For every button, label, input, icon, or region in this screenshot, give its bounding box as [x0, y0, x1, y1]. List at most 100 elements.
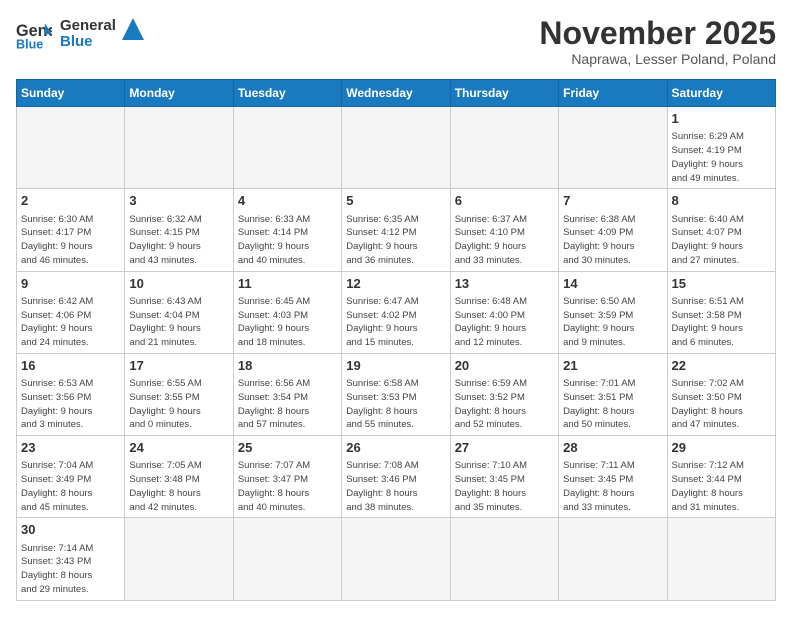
day-info: Sunrise: 7:02 AM Sunset: 3:50 PM Dayligh…: [672, 377, 771, 432]
calendar-cell: 20 Sunrise: 6:59 AM Sunset: 3:52 PM Dayli…: [450, 353, 558, 435]
week-row-1: 1Sunrise: 6:29 AM Sunset: 4:19 PM Daylig…: [17, 107, 776, 189]
day-number: 5: [346, 192, 445, 210]
calendar-cell: [125, 107, 233, 189]
day-number: 8: [672, 192, 771, 210]
day-info: Sunrise: 7:08 AM Sunset: 3:46 PM Dayligh…: [346, 459, 445, 514]
day-number: 27: [455, 439, 554, 457]
calendar-cell: 6Sunrise: 6:37 AM Sunset: 4:10 PM Daylig…: [450, 189, 558, 271]
logo-general: General: [60, 18, 116, 35]
calendar-cell: 30Sunrise: 7:14 AM Sunset: 3:43 PM Dayli…: [17, 518, 125, 600]
day-number: 30: [21, 521, 120, 539]
day-info: Sunrise: 6:55 AM Sunset: 3:55 PM Dayligh…: [129, 377, 228, 432]
logo-triangle-icon: [122, 18, 144, 40]
calendar-cell: 18 Sunrise: 6:56 AM Sunset: 3:54 PM Dayli…: [233, 353, 341, 435]
calendar-cell: 21 Sunrise: 7:01 AM Sunset: 3:51 PM Dayli…: [559, 353, 667, 435]
day-number: 12: [346, 275, 445, 293]
week-row-3: 9 Sunrise: 6:42 AM Sunset: 4:06 PM Daylig…: [17, 271, 776, 353]
day-number: 3: [129, 192, 228, 210]
day-number: 29: [672, 439, 771, 457]
day-info: Sunrise: 6:45 AM Sunset: 4:03 PM Dayligh…: [238, 295, 337, 350]
day-number: 10: [129, 275, 228, 293]
calendar-cell: [17, 107, 125, 189]
week-row-4: 16Sunrise: 6:53 AM Sunset: 3:56 PM Dayli…: [17, 353, 776, 435]
week-row-5: 23Sunrise: 7:04 AM Sunset: 3:49 PM Dayli…: [17, 436, 776, 518]
calendar-cell: 26 Sunrise: 7:08 AM Sunset: 3:46 PM Dayli…: [342, 436, 450, 518]
day-info: Sunrise: 7:01 AM Sunset: 3:51 PM Dayligh…: [563, 377, 662, 432]
day-number: 20: [455, 357, 554, 375]
day-number: 28: [563, 439, 662, 457]
week-row-2: 2Sunrise: 6:30 AM Sunset: 4:17 PM Daylig…: [17, 189, 776, 271]
calendar-cell: 14 Sunrise: 6:50 AM Sunset: 3:59 PM Dayli…: [559, 271, 667, 353]
day-number: 17: [129, 357, 228, 375]
day-number: 13: [455, 275, 554, 293]
calendar-cell: [450, 107, 558, 189]
day-info: Sunrise: 6:33 AM Sunset: 4:14 PM Dayligh…: [238, 213, 337, 268]
calendar-cell: 19 Sunrise: 6:58 AM Sunset: 3:53 PM Dayli…: [342, 353, 450, 435]
day-info: Sunrise: 7:05 AM Sunset: 3:48 PM Dayligh…: [129, 459, 228, 514]
weekday-header-thursday: Thursday: [450, 80, 558, 107]
calendar-cell: [559, 518, 667, 600]
day-info: Sunrise: 6:51 AM Sunset: 3:58 PM Dayligh…: [672, 295, 771, 350]
day-number: 18: [238, 357, 337, 375]
day-info: Sunrise: 6:32 AM Sunset: 4:15 PM Dayligh…: [129, 213, 228, 268]
calendar-title: November 2025: [539, 16, 776, 51]
day-number: 2: [21, 192, 120, 210]
weekday-header-friday: Friday: [559, 80, 667, 107]
calendar-cell: 17 Sunrise: 6:55 AM Sunset: 3:55 PM Dayli…: [125, 353, 233, 435]
calendar-cell: 25Sunrise: 7:07 AM Sunset: 3:47 PM Dayli…: [233, 436, 341, 518]
calendar-cell: [450, 518, 558, 600]
day-info: Sunrise: 6:59 AM Sunset: 3:52 PM Dayligh…: [455, 377, 554, 432]
title-area: November 2025 Naprawa, Lesser Poland, Po…: [539, 16, 776, 67]
calendar-cell: [559, 107, 667, 189]
calendar-cell: 1Sunrise: 6:29 AM Sunset: 4:19 PM Daylig…: [667, 107, 775, 189]
weekday-header-row: SundayMondayTuesdayWednesdayThursdayFrid…: [17, 80, 776, 107]
logo-blue: Blue: [60, 34, 116, 51]
calendar-cell: 7Sunrise: 6:38 AM Sunset: 4:09 PM Daylig…: [559, 189, 667, 271]
logo: General Blue General Blue: [16, 16, 144, 52]
day-info: Sunrise: 6:56 AM Sunset: 3:54 PM Dayligh…: [238, 377, 337, 432]
day-info: Sunrise: 6:47 AM Sunset: 4:02 PM Dayligh…: [346, 295, 445, 350]
day-info: Sunrise: 6:35 AM Sunset: 4:12 PM Dayligh…: [346, 213, 445, 268]
day-number: 14: [563, 275, 662, 293]
day-info: Sunrise: 6:50 AM Sunset: 3:59 PM Dayligh…: [563, 295, 662, 350]
calendar-cell: 2Sunrise: 6:30 AM Sunset: 4:17 PM Daylig…: [17, 189, 125, 271]
calendar-cell: [233, 518, 341, 600]
day-number: 21: [563, 357, 662, 375]
calendar-cell: 4 Sunrise: 6:33 AM Sunset: 4:14 PM Daylig…: [233, 189, 341, 271]
day-number: 25: [238, 439, 337, 457]
week-row-6: 30Sunrise: 7:14 AM Sunset: 3:43 PM Dayli…: [17, 518, 776, 600]
day-info: Sunrise: 7:11 AM Sunset: 3:45 PM Dayligh…: [563, 459, 662, 514]
calendar-cell: 24 Sunrise: 7:05 AM Sunset: 3:48 PM Dayli…: [125, 436, 233, 518]
calendar-cell: 12 Sunrise: 6:47 AM Sunset: 4:02 PM Dayli…: [342, 271, 450, 353]
calendar-cell: 9 Sunrise: 6:42 AM Sunset: 4:06 PM Daylig…: [17, 271, 125, 353]
day-info: Sunrise: 6:48 AM Sunset: 4:00 PM Dayligh…: [455, 295, 554, 350]
day-number: 16: [21, 357, 120, 375]
day-number: 24: [129, 439, 228, 457]
day-info: Sunrise: 6:29 AM Sunset: 4:19 PM Dayligh…: [672, 130, 771, 185]
day-info: Sunrise: 6:38 AM Sunset: 4:09 PM Dayligh…: [563, 213, 662, 268]
svg-text:Blue: Blue: [16, 37, 43, 51]
weekday-header-tuesday: Tuesday: [233, 80, 341, 107]
weekday-header-saturday: Saturday: [667, 80, 775, 107]
day-info: Sunrise: 7:12 AM Sunset: 3:44 PM Dayligh…: [672, 459, 771, 514]
day-number: 6: [455, 192, 554, 210]
calendar-cell: [125, 518, 233, 600]
day-info: Sunrise: 6:58 AM Sunset: 3:53 PM Dayligh…: [346, 377, 445, 432]
day-number: 19: [346, 357, 445, 375]
day-number: 26: [346, 439, 445, 457]
day-info: Sunrise: 6:42 AM Sunset: 4:06 PM Dayligh…: [21, 295, 120, 350]
day-number: 4: [238, 192, 337, 210]
calendar-cell: 27Sunrise: 7:10 AM Sunset: 3:45 PM Dayli…: [450, 436, 558, 518]
logo-icon: General Blue: [16, 16, 52, 52]
calendar-subtitle: Naprawa, Lesser Poland, Poland: [539, 51, 776, 67]
calendar-cell: 23Sunrise: 7:04 AM Sunset: 3:49 PM Dayli…: [17, 436, 125, 518]
day-number: 9: [21, 275, 120, 293]
calendar-cell: 8Sunrise: 6:40 AM Sunset: 4:07 PM Daylig…: [667, 189, 775, 271]
calendar-cell: [342, 107, 450, 189]
calendar-cell: [667, 518, 775, 600]
day-number: 23: [21, 439, 120, 457]
calendar-cell: 16Sunrise: 6:53 AM Sunset: 3:56 PM Dayli…: [17, 353, 125, 435]
weekday-header-sunday: Sunday: [17, 80, 125, 107]
calendar-cell: 3 Sunrise: 6:32 AM Sunset: 4:15 PM Daylig…: [125, 189, 233, 271]
page-header: General Blue General Blue November 2025 …: [16, 16, 776, 67]
